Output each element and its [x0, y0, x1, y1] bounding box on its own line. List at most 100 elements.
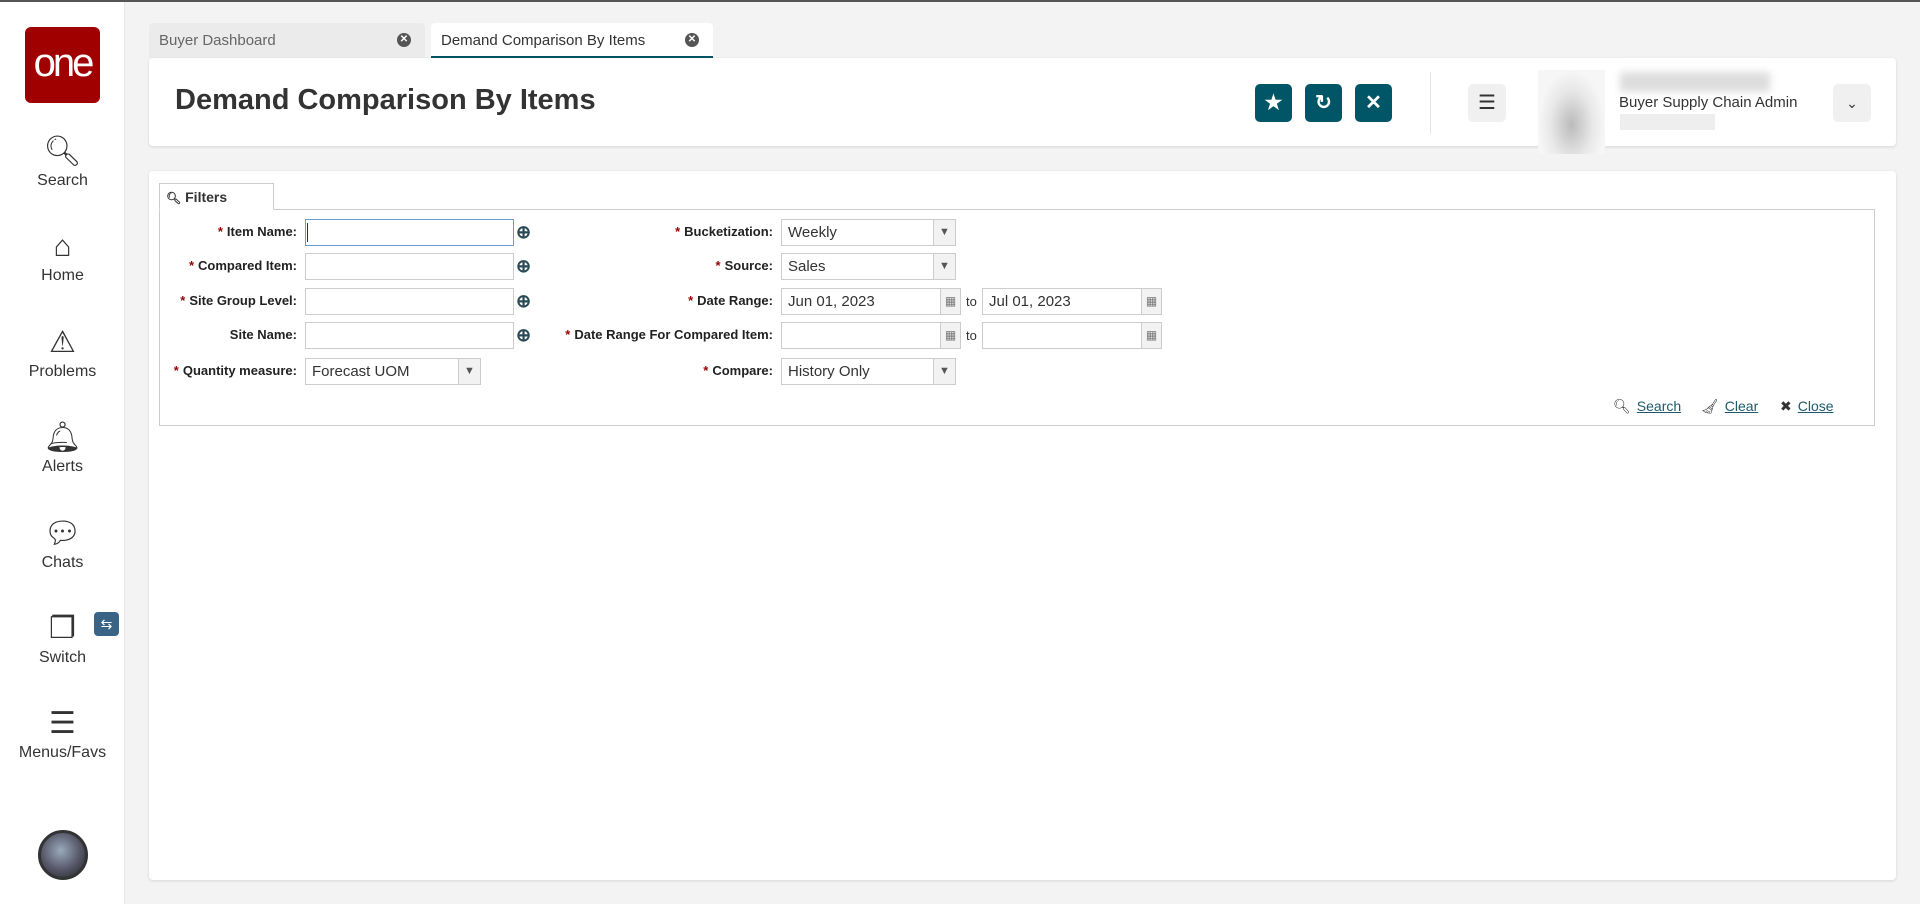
tab-label: Buyer Dashboard — [159, 32, 276, 49]
filters-tab[interactable]: 🔍︎ Filters — [159, 183, 274, 210]
assistant-avatar[interactable] — [38, 830, 88, 880]
chevron-down-icon: ⌄ — [1846, 95, 1858, 111]
sidebar-item-menus-favs[interactable]: ☰ Menus/Favs — [0, 706, 125, 762]
user-role: Buyer Supply Chain Admin — [1619, 94, 1798, 111]
selected-value: Weekly — [788, 224, 837, 241]
sidebar-item-search[interactable]: 🔍︎ Search — [0, 134, 125, 190]
sidebar: one 🔍︎ Search ⌂ Home ⚠ Problems 🔔︎ Alerts 💬︎… — [0, 2, 125, 904]
logo[interactable]: one — [25, 27, 100, 103]
sidebar-item-label: Switch — [38, 649, 87, 666]
sidebar-item-label: Problems — [28, 363, 97, 380]
required-mark: * — [188, 258, 195, 273]
to-label: to — [966, 328, 977, 343]
filters-tab-label: Filters — [185, 189, 228, 205]
user-avatar[interactable] — [1538, 70, 1605, 154]
chat-icon: 💬︎ — [43, 517, 82, 550]
user-org-redacted — [1620, 114, 1715, 130]
required-mark: * — [173, 363, 179, 378]
user-menu-button[interactable]: ⌄ — [1833, 84, 1871, 122]
page-title: Demand Comparison By Items — [175, 84, 596, 116]
compare-label: Compare: — [712, 363, 773, 378]
sidebar-item-label: Home — [41, 267, 84, 284]
close-button[interactable]: ✕ — [1355, 84, 1392, 122]
calendar-icon[interactable]: ▦ — [940, 323, 960, 348]
sidebar-item-label: Chats — [41, 554, 84, 571]
bucketization-label: Bucketization: — [684, 224, 773, 239]
home-icon: ⌂ — [53, 230, 72, 263]
date-value: Jun 01, 2023 — [788, 293, 875, 310]
close-icon: ✕ — [1365, 92, 1382, 114]
sidebar-item-problems[interactable]: ⚠ Problems — [0, 325, 125, 381]
source-label: Source: — [724, 258, 773, 273]
search-link[interactable]: 🔍︎ Search — [1613, 398, 1681, 415]
star-icon: ★ — [1264, 92, 1283, 114]
clear-link[interactable]: 🧹︎ Clear — [1701, 398, 1758, 415]
refresh-button[interactable]: ↻ — [1305, 84, 1342, 122]
search-icon: 🔍︎ — [43, 135, 82, 168]
calendar-icon[interactable]: ▦ — [940, 289, 960, 314]
close-tab-icon[interactable]: ✕ — [397, 33, 411, 47]
tab-demand-comparison[interactable]: Demand Comparison By Items ✕ — [431, 23, 713, 58]
close-icon: ✖ — [1780, 398, 1792, 414]
refresh-icon: ↻ — [1315, 92, 1332, 114]
tab-buyer-dashboard[interactable]: Buyer Dashboard ✕ — [149, 23, 425, 58]
user-name-redacted — [1620, 72, 1770, 92]
required-mark: * — [715, 258, 721, 273]
menu-icon: ☰ — [1478, 92, 1496, 114]
bucketization-select[interactable]: Weekly ▼ — [781, 219, 956, 246]
site-group-level-input[interactable] — [305, 288, 514, 315]
sidebar-item-alerts[interactable]: 🔔︎ Alerts — [0, 420, 125, 476]
selected-value: History Only — [788, 363, 870, 380]
item-name-input[interactable] — [305, 219, 514, 246]
menu-icon: ☰ — [49, 707, 76, 740]
selected-value: Sales — [788, 258, 826, 275]
broom-icon: 🧹︎ — [1701, 398, 1719, 414]
calendar-icon[interactable]: ▦ — [1141, 289, 1161, 314]
site-group-level-label: Site Group Level: — [189, 293, 297, 308]
compare-select[interactable]: History Only ▼ — [781, 358, 956, 385]
selected-value: Forecast UOM — [312, 363, 410, 380]
date-range-label: Date Range: — [697, 293, 773, 308]
chevron-down-icon: ▼ — [933, 220, 955, 245]
divider — [1430, 72, 1431, 134]
source-select[interactable]: Sales ▼ — [781, 253, 956, 280]
date-range-from-input[interactable]: Jun 01, 2023 ▦ — [781, 288, 961, 315]
text-cursor — [307, 223, 308, 242]
clear-label: Clear — [1724, 398, 1759, 414]
required-mark: * — [688, 293, 694, 308]
close-label: Close — [1797, 398, 1834, 414]
to-label: to — [966, 294, 977, 309]
sidebar-item-home[interactable]: ⌂ Home — [0, 229, 125, 285]
required-mark: * — [675, 224, 681, 239]
required-mark: * — [217, 224, 223, 239]
search-label: Search — [1636, 398, 1682, 414]
chevron-down-icon: ▼ — [933, 359, 955, 384]
compared-date-from-input[interactable]: ▦ — [781, 322, 961, 349]
quantity-measure-select[interactable]: Forecast UOM ▼ — [305, 358, 481, 385]
date-range-to-input[interactable]: Jul 01, 2023 ▦ — [982, 288, 1162, 315]
compared-date-to-input[interactable]: ▦ — [982, 322, 1162, 349]
sidebar-item-label: Alerts — [42, 458, 83, 475]
sidebar-item-chats[interactable]: 💬︎ Chats — [0, 516, 125, 572]
site-name-input[interactable] — [305, 322, 514, 349]
compared-item-input[interactable] — [305, 253, 514, 280]
item-name-label: Item Name: — [226, 224, 297, 239]
compared-item-label: Compared Item: — [198, 258, 297, 273]
tab-label: Demand Comparison By Items — [441, 32, 646, 49]
menu-button[interactable]: ☰ — [1468, 84, 1506, 122]
required-mark: * — [703, 363, 709, 378]
date-range-compared-label: Date Range For Compared Item: — [574, 327, 773, 342]
sidebar-item-label: Menus/Favs — [18, 744, 107, 761]
required-mark: * — [180, 293, 186, 308]
site-name-label: Site Name: — [229, 327, 297, 342]
close-link[interactable]: ✖ Close — [1780, 398, 1834, 415]
search-icon: 🔍︎ — [1613, 398, 1631, 414]
calendar-icon[interactable]: ▦ — [1141, 323, 1161, 348]
required-mark: * — [565, 327, 571, 342]
chevron-down-icon: ▼ — [933, 254, 955, 279]
sidebar-item-label: Search — [37, 172, 88, 189]
close-tab-icon[interactable]: ✕ — [685, 33, 699, 47]
swap-icon[interactable]: ⇆ — [94, 612, 119, 636]
date-value: Jul 01, 2023 — [989, 293, 1071, 310]
favorite-button[interactable]: ★ — [1255, 84, 1292, 122]
